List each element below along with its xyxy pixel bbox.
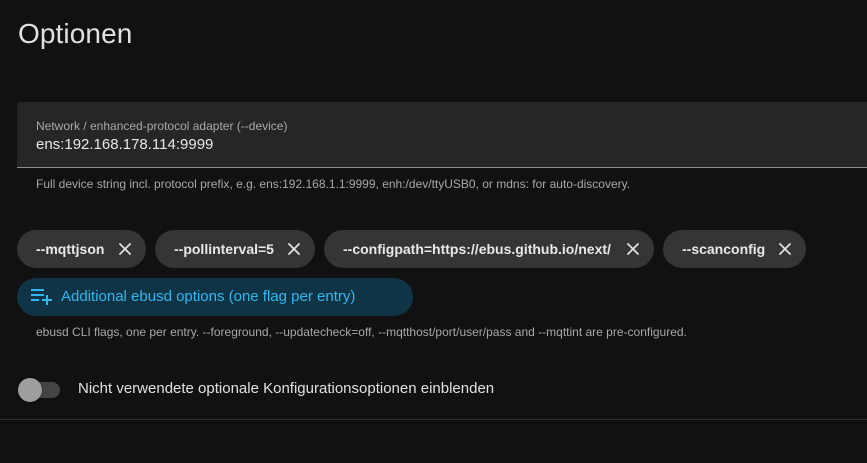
option-chip[interactable]: --mqttjson [17,230,146,268]
playlist-add-icon [31,289,52,305]
close-icon[interactable] [118,242,132,256]
options-page: Optionen Network / enhanced-protocol ada… [0,0,867,463]
show-unused-options-label[interactable]: Nicht verwendete optionale Konfiguration… [78,380,494,398]
close-icon[interactable] [778,242,792,256]
device-field-label: Network / enhanced-protocol adapter (--d… [36,119,288,133]
add-option-button-label: Additional ebusd options (one flag per e… [61,288,356,305]
option-chip[interactable]: --pollinterval=5 [155,230,315,268]
option-chip-label: --configpath=https://ebus.github.io/next… [343,241,611,257]
show-unused-options-toggle[interactable] [18,378,62,402]
close-icon[interactable] [626,242,640,256]
option-chip-label: --scanconfig [682,241,766,257]
close-icon[interactable] [287,242,301,256]
device-field[interactable]: Network / enhanced-protocol adapter (--d… [17,102,867,168]
options-helper: ebusd CLI flags, one per entry. --foregr… [36,325,687,339]
option-chip-label: --pollinterval=5 [174,241,274,257]
option-chip[interactable]: --scanconfig [663,230,806,268]
divider [0,419,867,420]
device-field-value[interactable]: ens:192.168.178.114:9999 [36,136,213,154]
option-chip[interactable]: --configpath=https://ebus.github.io/next… [324,230,654,268]
device-field-helper: Full device string incl. protocol prefix… [36,177,631,191]
page-title: Optionen [18,18,133,49]
add-option-button[interactable]: Additional ebusd options (one flag per e… [17,278,413,316]
toggle-thumb [18,378,42,402]
option-chip-label: --mqttjson [36,241,105,257]
